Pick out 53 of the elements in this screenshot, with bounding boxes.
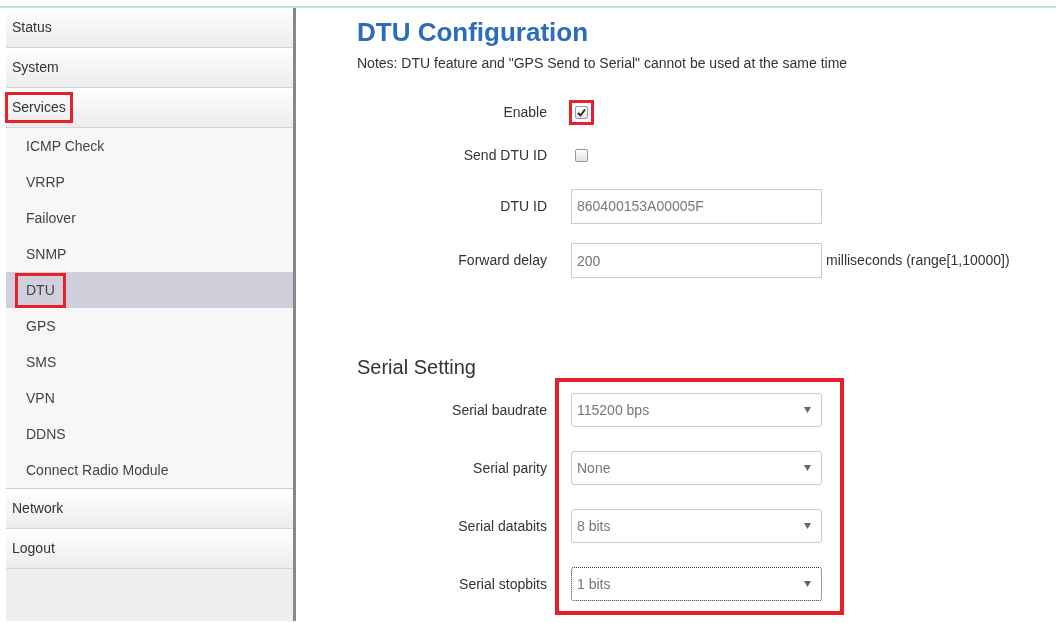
submenu-item[interactable]: VRRP <box>6 164 293 200</box>
sidebar-item[interactable]: Services <box>6 88 293 128</box>
page-title: DTU Configuration <box>357 16 590 49</box>
select-dropdown[interactable]: 8 bits <box>571 509 822 543</box>
input-field[interactable]: 200 <box>571 243 822 278</box>
checkbox[interactable] <box>575 148 588 162</box>
submenu-item[interactable]: DDNS <box>6 416 293 452</box>
section-title: Serial Setting <box>357 355 477 380</box>
caret-icon <box>804 523 811 529</box>
menu-label: ICMP Check <box>25 136 106 156</box>
menu-label: VRRP <box>25 172 66 192</box>
menu-label: DDNS <box>25 424 67 444</box>
menu-label: System <box>11 58 60 77</box>
field-label: Serial baudrate <box>451 400 548 420</box>
submenu-item[interactable]: ICMP Check <box>6 128 293 164</box>
caret-icon <box>804 407 811 413</box>
input-field[interactable]: 860400153A00005F <box>571 188 822 224</box>
submenu-item[interactable]: VPN <box>6 380 293 416</box>
menu-label: Status <box>11 18 53 37</box>
menu-label: DTU <box>18 275 63 305</box>
field-label: Forward delay <box>457 251 548 270</box>
unit-text: milliseconds (range[1,10000]) <box>826 251 1010 270</box>
field-label: Enable <box>502 102 548 122</box>
field-label: DTU ID <box>499 196 548 216</box>
menu-label: SNMP <box>25 244 68 264</box>
menu-label: Network <box>11 499 65 518</box>
field-label: Serial parity <box>472 458 548 478</box>
caret-icon <box>804 465 811 471</box>
select-dropdown[interactable]: None <box>571 451 822 485</box>
submenu-item[interactable]: SNMP <box>6 236 293 272</box>
sidebar-item[interactable]: Status <box>6 8 293 48</box>
field-label: Serial stopbits <box>458 574 548 594</box>
menu-label: GPS <box>25 316 57 336</box>
menu-label: Failover <box>25 208 77 228</box>
menu-label: SMS <box>25 352 58 372</box>
submenu-item[interactable]: SMS <box>6 344 293 380</box>
caret-icon <box>804 581 811 587</box>
submenu-item[interactable]: GPS <box>6 308 293 344</box>
menu-label: VPN <box>25 388 56 408</box>
field-label: Serial databits <box>457 516 548 536</box>
menu-label: Services <box>8 95 70 120</box>
submenu-item[interactable]: Failover <box>6 200 293 236</box>
field-label: Send DTU ID <box>462 145 548 165</box>
sidebar-item[interactable]: Network <box>6 489 293 529</box>
submenu-item[interactable]: Connect Radio Module <box>6 452 293 488</box>
sidebar-item[interactable]: System <box>6 48 293 88</box>
sidebar-item[interactable]: Logout <box>6 529 293 569</box>
notes-text: Notes: DTU feature and "GPS Send to Serial" cannot be used at the same time <box>357 54 849 73</box>
select-dropdown[interactable]: 115200 bps <box>571 393 822 427</box>
menu-label: Logout <box>11 539 56 558</box>
submenu-item[interactable]: DTU <box>6 272 293 308</box>
menu-label: Connect Radio Module <box>25 460 170 480</box>
select-dropdown[interactable]: 1 bits <box>571 567 822 601</box>
